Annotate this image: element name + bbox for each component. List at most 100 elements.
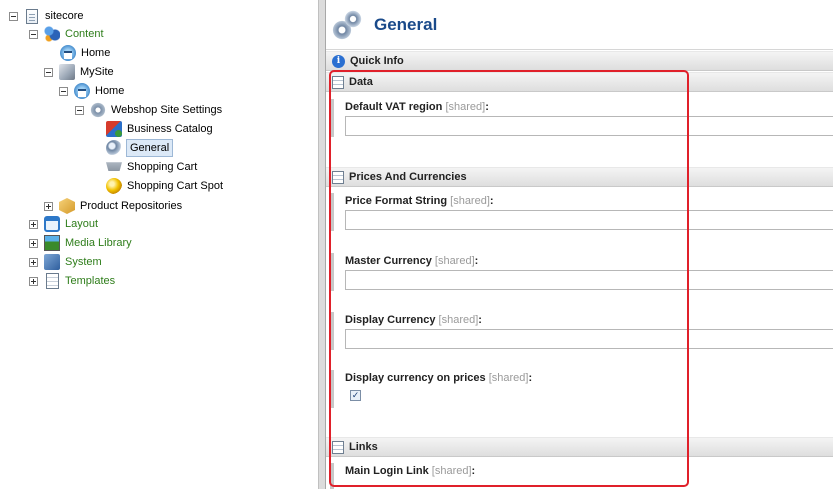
cart-icon (106, 162, 122, 171)
field-display-currency-on-prices: Display currency on prices [shared]: ✓ (330, 370, 833, 410)
field-colon: : (474, 255, 479, 267)
templates-icon (46, 273, 59, 289)
expand-toggle[interactable] (29, 257, 38, 267)
tree-node-content[interactable]: Content (29, 25, 107, 43)
field-colon: : (471, 465, 476, 477)
tree-node-shopping-cart-spot[interactable]: Shopping Cart Spot (106, 177, 226, 195)
field-colon: : (489, 195, 494, 207)
tree-node-shopping-cart[interactable]: Shopping Cart (106, 158, 200, 176)
gears-icon (106, 140, 122, 156)
price-format-string-input[interactable] (345, 210, 833, 230)
expand-toggle[interactable] (29, 219, 38, 229)
tree-node-media-library[interactable]: Media Library (29, 234, 135, 252)
info-icon: i (332, 54, 345, 68)
section-title: Links (349, 441, 378, 453)
section-prices-and-currencies[interactable]: Prices And Currencies (326, 167, 833, 187)
cart-spot-icon (106, 178, 122, 194)
field-main-login-link: Main Login Link [shared]: (330, 463, 833, 489)
tree-label: sitecore (45, 10, 84, 22)
tree-label: Templates (65, 275, 116, 287)
tree-label: Home (81, 47, 111, 59)
site-icon (59, 64, 75, 80)
system-icon (44, 254, 60, 270)
tree-label: Product Repositories (80, 200, 183, 212)
shared-tag: [shared] (450, 195, 490, 207)
display-currency-input[interactable] (345, 329, 833, 349)
section-quick-info[interactable]: i Quick Info (326, 51, 833, 71)
shared-tag: [shared] (438, 314, 479, 326)
tree-label: System (65, 256, 102, 268)
tree-label: MySite (80, 66, 114, 78)
tree-node-general[interactable]: General (106, 139, 174, 157)
editor-header: General (326, 0, 833, 50)
section-links[interactable]: Links (326, 437, 833, 457)
section-data[interactable]: Data (326, 72, 833, 92)
field-label: Display Currency (345, 314, 436, 326)
tree-node-webshop-site-settings[interactable]: Webshop Site Settings (75, 101, 225, 119)
field-label: Main Login Link (345, 465, 429, 477)
master-currency-input[interactable] (345, 270, 833, 290)
tree-node-mysite[interactable]: MySite (44, 63, 117, 81)
tree-label: Home (95, 85, 125, 97)
catalog-icon (106, 121, 122, 137)
media-library-icon (44, 235, 60, 251)
field-display-currency: Display Currency [shared]: (330, 312, 833, 352)
tree-label: Content (65, 28, 104, 40)
tree-label: Shopping Cart (127, 161, 198, 173)
shared-tag: [shared] (431, 465, 472, 477)
section-title: Data (349, 76, 373, 88)
tree-label: Layout (65, 218, 99, 230)
layout-icon (44, 216, 60, 232)
tree-node-home[interactable]: Home (60, 44, 113, 62)
collapse-toggle[interactable] (75, 105, 84, 115)
settings-gear-icon (90, 102, 106, 118)
tree-node-business-catalog[interactable]: Business Catalog (106, 120, 216, 138)
tree-node-mysite-home[interactable]: Home (59, 82, 127, 100)
home-icon (74, 83, 90, 99)
shared-tag: [shared] (434, 255, 475, 267)
field-colon: : (485, 101, 489, 113)
section-icon (332, 440, 344, 454)
tree-node-sitecore[interactable]: sitecore (9, 7, 87, 25)
pane-splitter[interactable] (318, 0, 326, 489)
field-master-currency: Master Currency [shared]: (330, 253, 833, 293)
item-editor: General i Quick Info Data Default VAT re… (326, 0, 833, 489)
field-colon: : (528, 372, 533, 384)
expand-toggle[interactable] (29, 238, 38, 248)
section-title: Prices And Currencies (349, 171, 467, 183)
package-icon (59, 198, 75, 214)
tree-label: Webshop Site Settings (111, 104, 223, 116)
collapse-toggle[interactable] (44, 67, 53, 77)
tree-label: General (126, 139, 174, 157)
field-label: Price Format String (345, 195, 448, 207)
tree-label: Shopping Cart Spot (127, 180, 224, 192)
field-label: Default VAT region (345, 101, 443, 113)
document-icon (26, 8, 38, 24)
field-label: Master Currency (345, 255, 432, 267)
content-tree: sitecore Content Home MySite Home Websho… (0, 0, 318, 489)
tree-label: Media Library (65, 237, 132, 249)
display-currency-on-prices-checkbox[interactable]: ✓ (350, 390, 361, 401)
tree-node-product-repositories[interactable]: Product Repositories (44, 197, 185, 215)
tree-node-layout[interactable]: Layout (29, 215, 101, 233)
gears-icon (330, 8, 364, 42)
content-icon (44, 26, 60, 42)
field-default-vat-region: Default VAT region [shared]: (330, 99, 833, 139)
default-vat-region-input[interactable] (345, 116, 833, 136)
collapse-toggle[interactable] (59, 86, 68, 96)
home-icon (60, 45, 76, 61)
field-colon: : (478, 314, 482, 326)
collapse-toggle[interactable] (9, 11, 18, 21)
expand-toggle[interactable] (44, 201, 53, 211)
field-price-format-string: Price Format String [shared]: (330, 193, 833, 233)
section-icon (332, 75, 344, 89)
field-label: Display currency on prices (345, 372, 486, 384)
collapse-toggle[interactable] (29, 29, 38, 39)
section-icon (332, 170, 344, 184)
shared-tag: [shared] (488, 372, 529, 384)
tree-label: Business Catalog (127, 123, 213, 135)
tree-node-templates[interactable]: Templates (29, 272, 118, 290)
tree-node-system[interactable]: System (29, 253, 105, 271)
page-title: General (374, 14, 438, 34)
expand-toggle[interactable] (29, 276, 38, 286)
